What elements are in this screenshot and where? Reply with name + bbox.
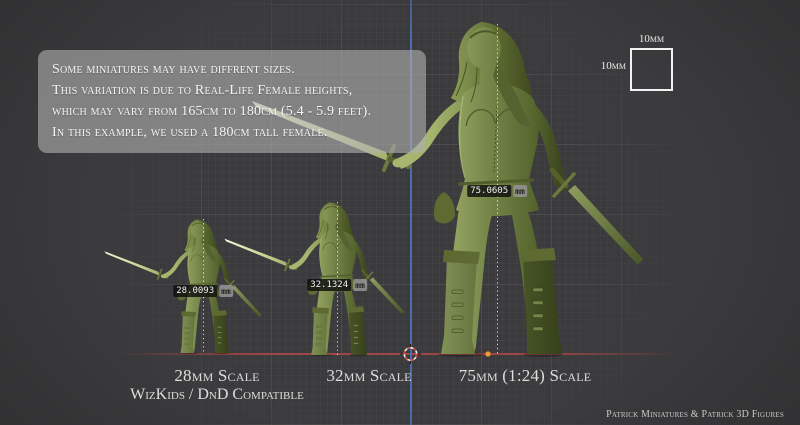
info-line: This variation is due to Real-Life Femal…: [52, 80, 412, 101]
measurement-unit: mm: [219, 285, 233, 297]
caption-28mm-scale: 28mm Scale: [174, 366, 259, 386]
measurement-value: 75.0605: [467, 185, 511, 197]
measurement-value: 28.0093: [173, 285, 217, 297]
reference-square-10mm: [630, 48, 673, 91]
measurement-unit: mm: [513, 185, 527, 197]
measurement-label-32mm: 32.1324 mm: [307, 279, 367, 291]
measurement-unit: mm: [353, 279, 367, 291]
measurement-label-28mm: 28.0093 mm: [173, 285, 233, 297]
measurement-label-75mm: 75.0605 mm: [467, 185, 527, 197]
viewport-3d[interactable]: Some miniatures may have diffrent sizes.…: [0, 0, 800, 425]
reference-square-side-label: 10mm: [592, 60, 626, 72]
reference-square-top-label: 10mm: [630, 33, 673, 45]
caption-28mm-compatibility: WizKids / DnD Compatible: [130, 386, 304, 404]
3d-cursor[interactable]: [400, 344, 421, 364]
info-line: In this example, we used a 180cm tall fe…: [52, 122, 412, 143]
caption-75mm-scale: 75mm (1:24) Scale: [459, 366, 592, 386]
info-line: Some miniatures may have diffrent sizes.: [52, 59, 412, 80]
credit-text: Patrick Miniatures & Patrick 3D Figures: [606, 409, 784, 420]
measurement-value: 32.1324: [307, 279, 351, 291]
info-line: which may vary from 165cm to 180cm (5.4 …: [52, 101, 412, 122]
info-box: Some miniatures may have diffrent sizes.…: [38, 50, 426, 153]
caption-32mm-scale: 32mm Scale: [326, 366, 411, 386]
object-origin-dot: [485, 351, 490, 356]
